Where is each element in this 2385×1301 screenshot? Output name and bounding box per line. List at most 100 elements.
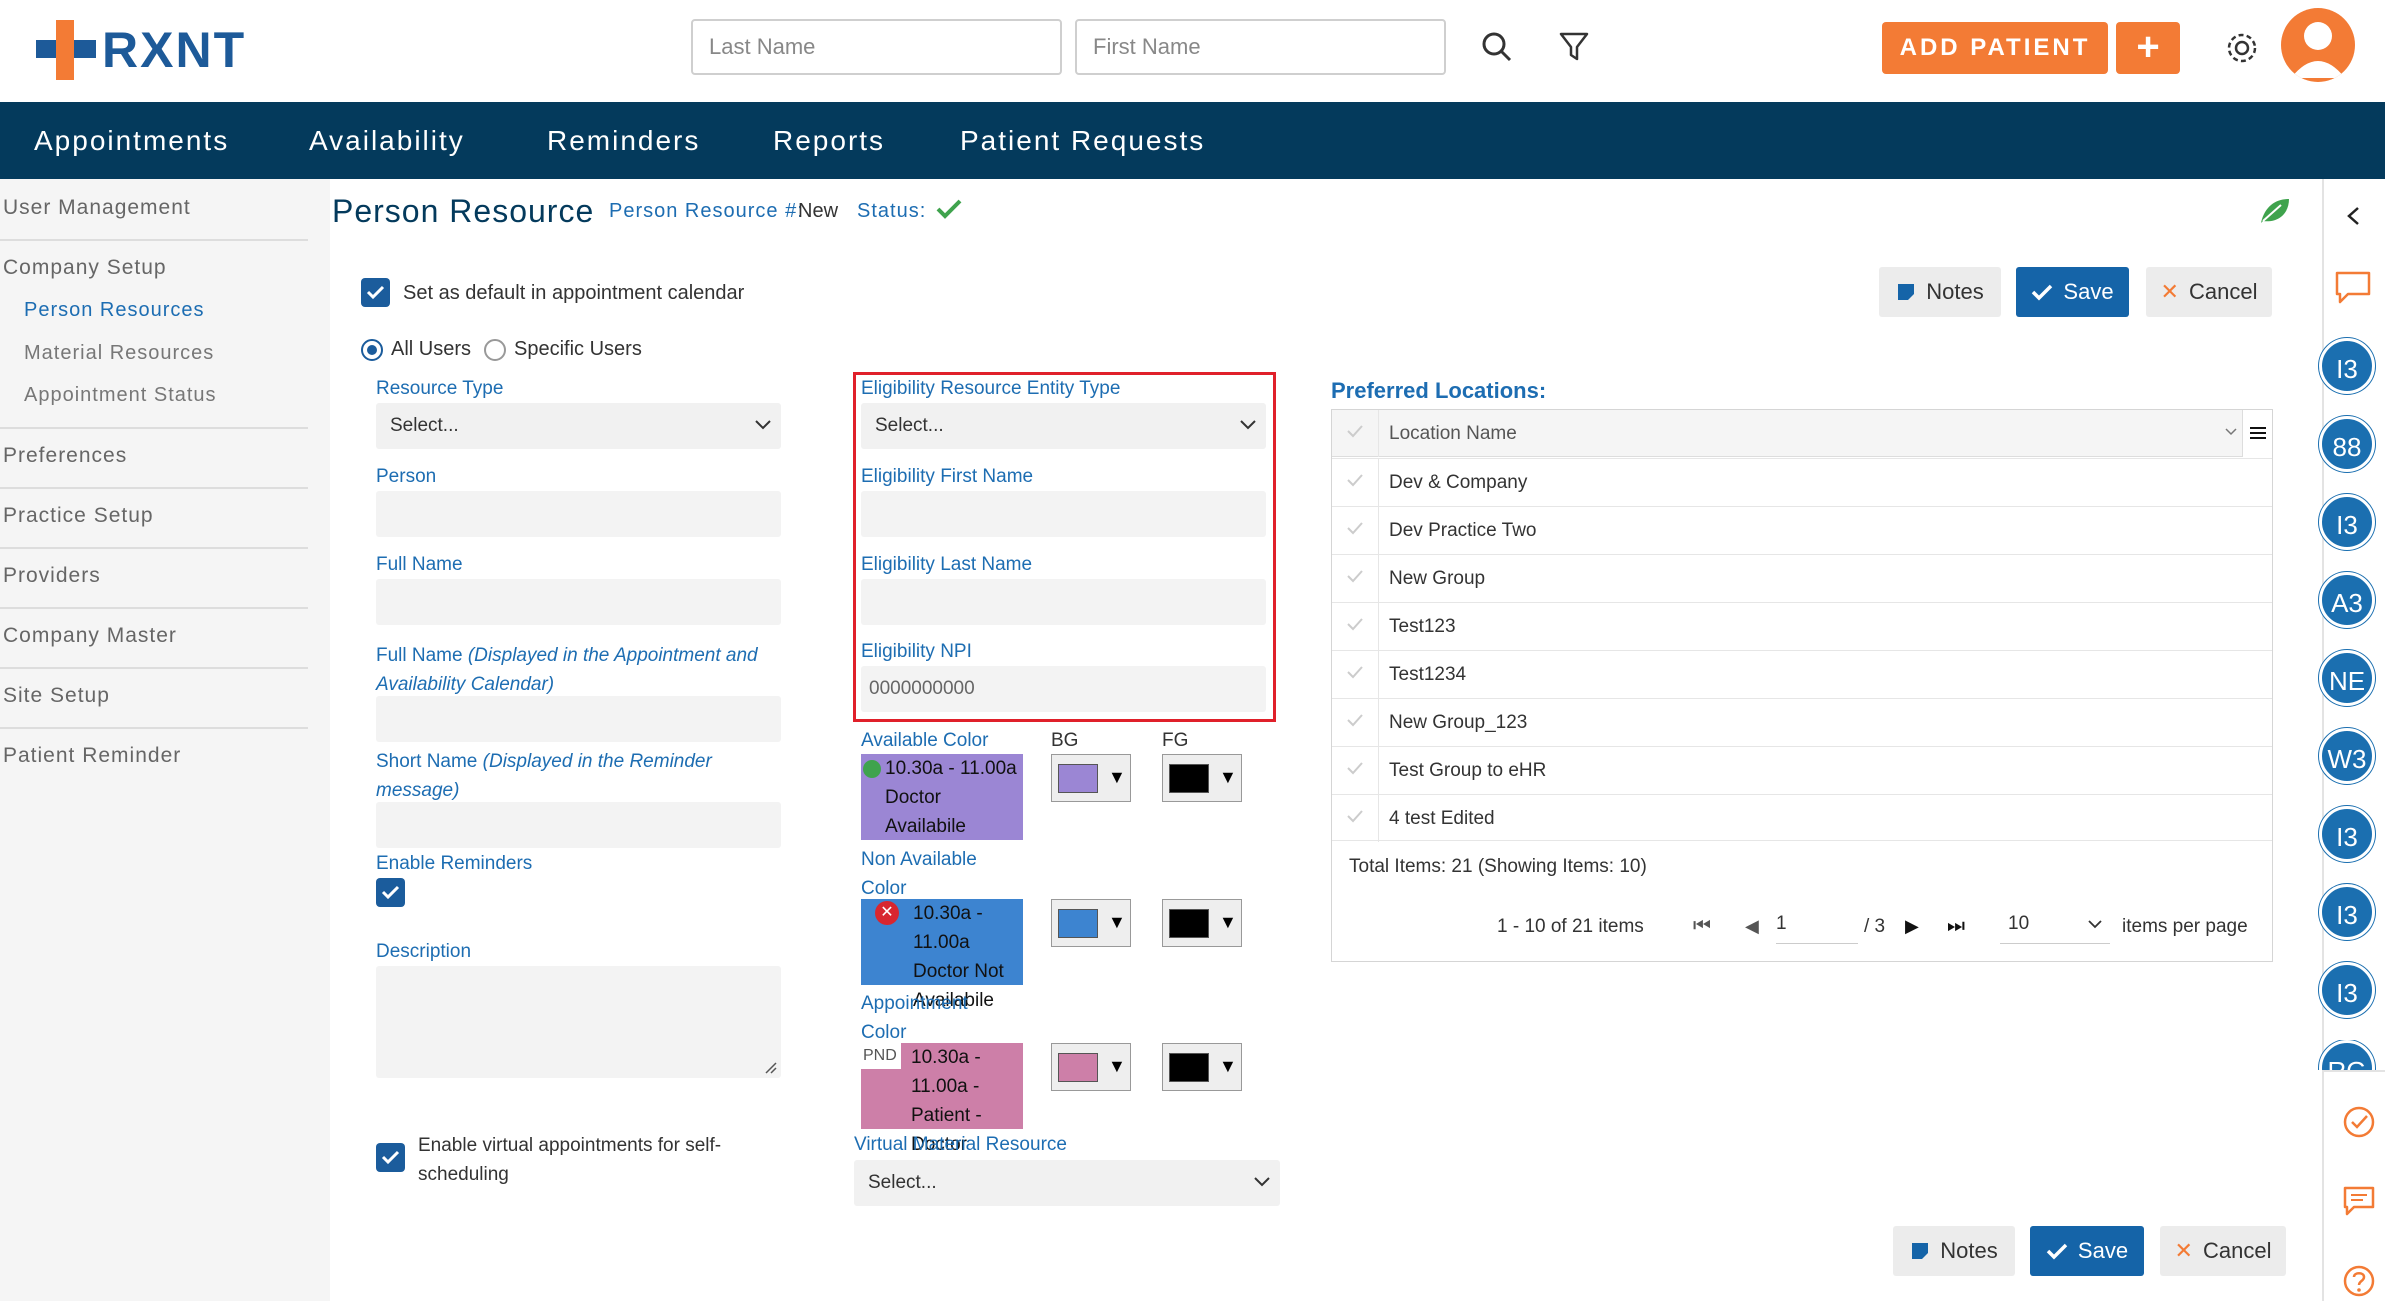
first-name-input[interactable]: First Name xyxy=(1075,19,1446,75)
specific-users-radio[interactable] xyxy=(484,339,506,361)
rail-avatar[interactable]: I3 xyxy=(2319,884,2375,940)
rail-avatar[interactable]: W3 xyxy=(2319,728,2375,784)
row-checkbox[interactable] xyxy=(1332,507,1379,554)
row-checkbox[interactable] xyxy=(1332,555,1379,602)
available-bg-picker[interactable]: ▼ xyxy=(1051,754,1131,802)
resource-type-select[interactable]: Select... xyxy=(376,403,781,449)
location-row[interactable]: Test Group to eHR xyxy=(1332,746,2272,794)
select-all-checkbox[interactable] xyxy=(1332,410,1379,457)
sidebar-item-site-setup[interactable]: Site Setup xyxy=(3,684,110,708)
nav-availability[interactable]: Availability xyxy=(309,102,465,179)
available-fg-picker[interactable]: ▼ xyxy=(1162,754,1242,802)
dropdown-arrow-icon: ▼ xyxy=(1219,1056,1237,1076)
chevron-down-icon[interactable] xyxy=(2225,428,2237,436)
row-checkbox[interactable] xyxy=(1332,651,1379,698)
nav-appointments[interactable]: Appointments xyxy=(34,102,229,179)
location-row[interactable]: Test1234 xyxy=(1332,650,2272,698)
cancel-x-icon: ✕ xyxy=(2174,1238,2193,1263)
non-available-bg-picker[interactable]: ▼ xyxy=(1051,899,1131,947)
user-avatar[interactable] xyxy=(2281,8,2355,82)
next-page-icon[interactable]: ▶ xyxy=(1905,916,1919,937)
row-checkbox[interactable] xyxy=(1332,699,1379,746)
location-row[interactable]: 4 test Edited xyxy=(1332,794,2272,842)
row-checkbox[interactable] xyxy=(1332,795,1379,842)
sidebar-item-company-master[interactable]: Company Master xyxy=(3,624,177,648)
rail-avatar[interactable]: A3 xyxy=(2319,572,2375,628)
resize-handle-icon[interactable] xyxy=(765,1062,777,1074)
cancel-button-bottom[interactable]: ✕ Cancel xyxy=(2160,1226,2286,1276)
last-name-input[interactable]: Last Name xyxy=(691,19,1062,75)
short-name-field[interactable] xyxy=(376,802,781,848)
virtual-appointments-checkbox[interactable] xyxy=(376,1143,405,1172)
collapse-chevron-icon[interactable] xyxy=(2346,206,2360,226)
sidebar-item-preferences[interactable]: Preferences xyxy=(3,444,127,468)
elig-type-select[interactable]: Select... xyxy=(861,403,1266,449)
save-button-top[interactable]: Save xyxy=(2016,267,2129,317)
rail-avatar[interactable]: I3 xyxy=(2319,962,2375,1018)
full-name-field[interactable] xyxy=(376,579,781,625)
save-button-bottom[interactable]: Save xyxy=(2030,1226,2144,1276)
default-calendar-checkbox[interactable] xyxy=(361,278,390,307)
notes-button-top[interactable]: Notes xyxy=(1879,267,2001,317)
help-icon[interactable] xyxy=(2342,1264,2376,1298)
rail-avatar[interactable]: I3 xyxy=(2319,806,2375,862)
location-row[interactable]: Dev Practice Two xyxy=(1332,506,2272,554)
check-circle-icon[interactable] xyxy=(2342,1105,2376,1139)
virtual-material-select[interactable]: Select... xyxy=(854,1160,1280,1206)
enable-reminders-checkbox[interactable] xyxy=(376,878,405,907)
rail-avatar[interactable]: I3 xyxy=(2319,494,2375,550)
sidebar-item-practice-setup[interactable]: Practice Setup xyxy=(3,504,154,528)
notes-button-bottom[interactable]: Notes xyxy=(1893,1226,2015,1276)
chat-icon[interactable] xyxy=(2334,270,2372,306)
message-icon[interactable] xyxy=(2342,1185,2376,1217)
elig-npi-field[interactable]: 0000000000 xyxy=(861,666,1266,712)
sidebar-item-person-resources[interactable]: Person Resources xyxy=(24,299,205,322)
sidebar-item-user-management[interactable]: User Management xyxy=(3,196,191,220)
row-checkbox[interactable] xyxy=(1332,747,1379,794)
nav-patient-requests[interactable]: Patient Requests xyxy=(960,102,1205,179)
gear-icon[interactable] xyxy=(2224,30,2260,66)
nav-reminders[interactable]: Reminders xyxy=(547,102,700,179)
location-name-header[interactable]: Location Name xyxy=(1389,423,1517,445)
elig-first-field[interactable] xyxy=(861,491,1266,537)
location-row[interactable]: New Group_123 xyxy=(1332,698,2272,746)
rail-avatar[interactable]: NE xyxy=(2319,650,2375,706)
appointment-fg-picker[interactable]: ▼ xyxy=(1162,1043,1242,1091)
all-users-radio[interactable] xyxy=(361,339,383,361)
full-name-display-field[interactable] xyxy=(376,696,781,742)
first-page-icon[interactable]: ⏮ xyxy=(1693,915,1711,938)
description-textarea[interactable] xyxy=(376,966,781,1078)
non-available-fg-picker[interactable]: ▼ xyxy=(1162,899,1242,947)
row-checkbox[interactable] xyxy=(1332,603,1379,650)
filter-icon[interactable] xyxy=(1559,31,1589,63)
page-size-select[interactable]: 10 xyxy=(2000,904,2110,944)
location-row[interactable]: Dev & Company xyxy=(1332,458,2272,506)
search-icon[interactable] xyxy=(1481,31,1513,63)
available-color-label: Available Color xyxy=(861,730,989,751)
rail-avatar[interactable]: I3 xyxy=(2319,338,2375,394)
cancel-button-top[interactable]: ✕ Cancel xyxy=(2146,267,2272,317)
all-users-label: All Users xyxy=(391,338,472,360)
row-checkbox[interactable] xyxy=(1332,459,1379,506)
nav-reports[interactable]: Reports xyxy=(773,102,885,179)
page-number-input[interactable]: 1 xyxy=(1776,904,1858,944)
elig-last-field[interactable] xyxy=(861,579,1266,625)
appointment-bg-picker[interactable]: ▼ xyxy=(1051,1043,1131,1091)
rail-avatar[interactable]: 88 xyxy=(2319,416,2375,472)
sidebar-item-patient-reminder[interactable]: Patient Reminder xyxy=(3,744,181,768)
full-name-label: Full Name xyxy=(376,554,463,575)
sidebar-item-appointment-status[interactable]: Appointment Status xyxy=(24,384,217,407)
add-plus-button[interactable]: + xyxy=(2116,22,2180,74)
add-patient-button[interactable]: ADD PATIENT xyxy=(1882,22,2108,74)
location-row[interactable]: New Group xyxy=(1332,554,2272,602)
sidebar-item-company-setup[interactable]: Company Setup xyxy=(3,256,167,280)
column-menu-icon[interactable] xyxy=(2242,410,2272,457)
location-row[interactable]: Test123 xyxy=(1332,602,2272,650)
last-page-icon[interactable]: ⏭ xyxy=(1947,915,1965,938)
person-field[interactable] xyxy=(376,491,781,537)
rail-avatar[interactable]: RG xyxy=(2319,1040,2375,1070)
sidebar-item-providers[interactable]: Providers xyxy=(3,564,101,588)
rxnt-logo[interactable]: RXNT xyxy=(36,18,246,82)
sidebar-item-material-resources[interactable]: Material Resources xyxy=(24,342,214,365)
prev-page-icon[interactable]: ◀ xyxy=(1745,916,1759,937)
